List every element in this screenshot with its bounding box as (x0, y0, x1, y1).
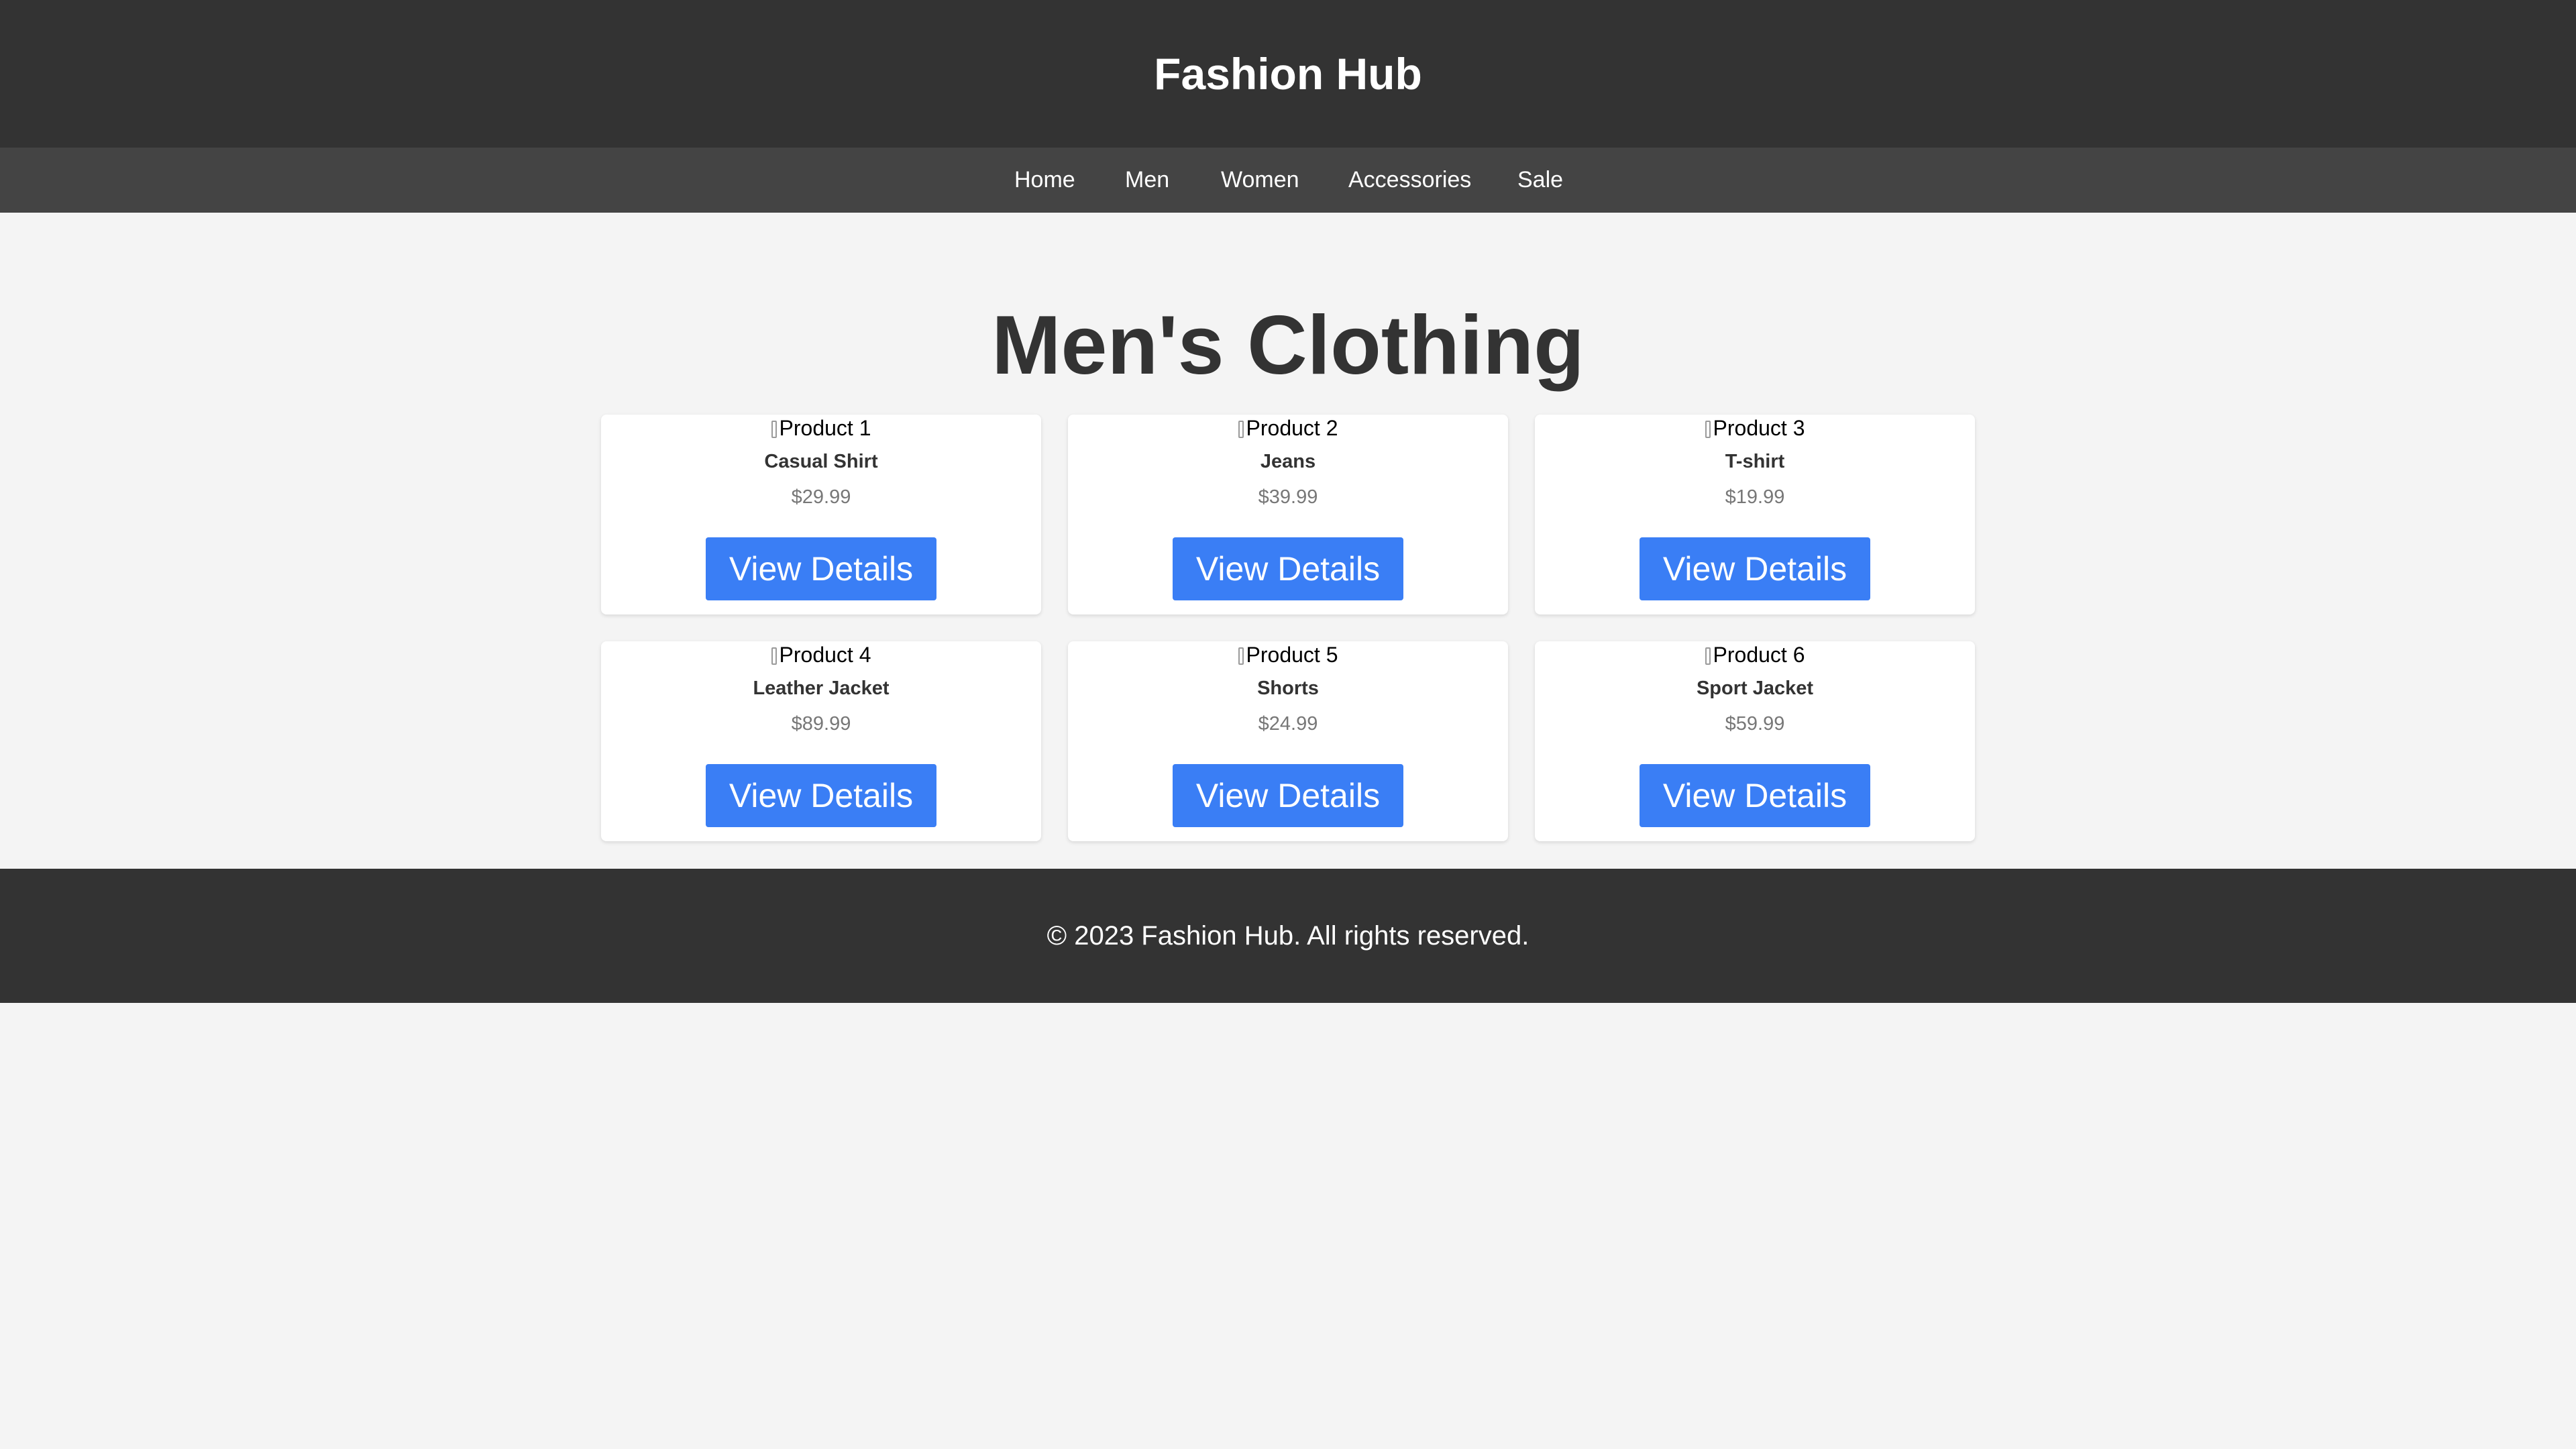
product-image: Product 6 (1535, 641, 1975, 668)
broken-image-icon (771, 421, 777, 438)
site-title: Fashion Hub (1154, 49, 1422, 99)
main-nav: Home Men Women Accessories Sale (0, 148, 2576, 213)
product-price: $89.99 (791, 713, 851, 735)
broken-image-icon (1705, 647, 1711, 665)
broken-image-icon (771, 647, 777, 665)
product-card: Product 1 Casual Shirt $29.99 View Detai… (601, 415, 1041, 614)
site-header: Fashion Hub (0, 0, 2576, 148)
product-image: Product 5 (1068, 641, 1508, 668)
nav-link-accessories[interactable]: Accessories (1348, 148, 1471, 213)
product-image: Product 3 (1535, 415, 1975, 441)
product-card: Product 3 T-shirt $19.99 View Details (1535, 415, 1975, 614)
nav-link-home[interactable]: Home (1014, 148, 1075, 213)
product-name: Leather Jacket (753, 678, 890, 699)
product-image: Product 4 (601, 641, 1041, 668)
product-name: Shorts (1257, 678, 1319, 699)
view-details-button[interactable]: View Details (1640, 764, 1870, 827)
product-price: $19.99 (1725, 486, 1785, 508)
product-image-alt: Product 5 (1246, 643, 1338, 667)
product-name: Jeans (1260, 451, 1316, 472)
broken-image-icon (1238, 647, 1244, 665)
product-card: Product 2 Jeans $39.99 View Details (1068, 415, 1508, 614)
product-image-alt: Product 4 (779, 643, 871, 667)
product-price: $24.99 (1258, 713, 1318, 735)
nav-link-sale[interactable]: Sale (1517, 148, 1563, 213)
product-image: Product 1 (601, 415, 1041, 441)
broken-image-icon (1705, 421, 1711, 438)
product-image: Product 2 (1068, 415, 1508, 441)
product-image-alt: Product 3 (1713, 416, 1805, 440)
broken-image-icon (1238, 421, 1244, 438)
nav-link-women[interactable]: Women (1221, 148, 1299, 213)
product-name: T-shirt (1725, 451, 1785, 472)
product-name: Casual Shirt (764, 451, 878, 472)
product-image-alt: Product 6 (1713, 643, 1805, 667)
view-details-button[interactable]: View Details (1173, 764, 1403, 827)
product-name: Sport Jacket (1696, 678, 1814, 699)
view-details-button[interactable]: View Details (706, 537, 936, 600)
site-footer: © 2023 Fashion Hub. All rights reserved. (0, 869, 2576, 1003)
view-details-button[interactable]: View Details (1173, 537, 1403, 600)
nav-link-men[interactable]: Men (1125, 148, 1169, 213)
page-heading: Men's Clothing (991, 299, 1585, 392)
product-card: Product 4 Leather Jacket $89.99 View Det… (601, 641, 1041, 841)
product-price: $29.99 (791, 486, 851, 508)
view-details-button[interactable]: View Details (706, 764, 936, 827)
product-card: Product 6 Sport Jacket $59.99 View Detai… (1535, 641, 1975, 841)
product-price: $39.99 (1258, 486, 1318, 508)
product-price: $59.99 (1725, 713, 1785, 735)
product-image-alt: Product 1 (779, 416, 871, 440)
product-card: Product 5 Shorts $24.99 View Details (1068, 641, 1508, 841)
product-image-alt: Product 2 (1246, 416, 1338, 440)
view-details-button[interactable]: View Details (1640, 537, 1870, 600)
footer-copyright: © 2023 Fashion Hub. All rights reserved. (1046, 920, 1529, 951)
